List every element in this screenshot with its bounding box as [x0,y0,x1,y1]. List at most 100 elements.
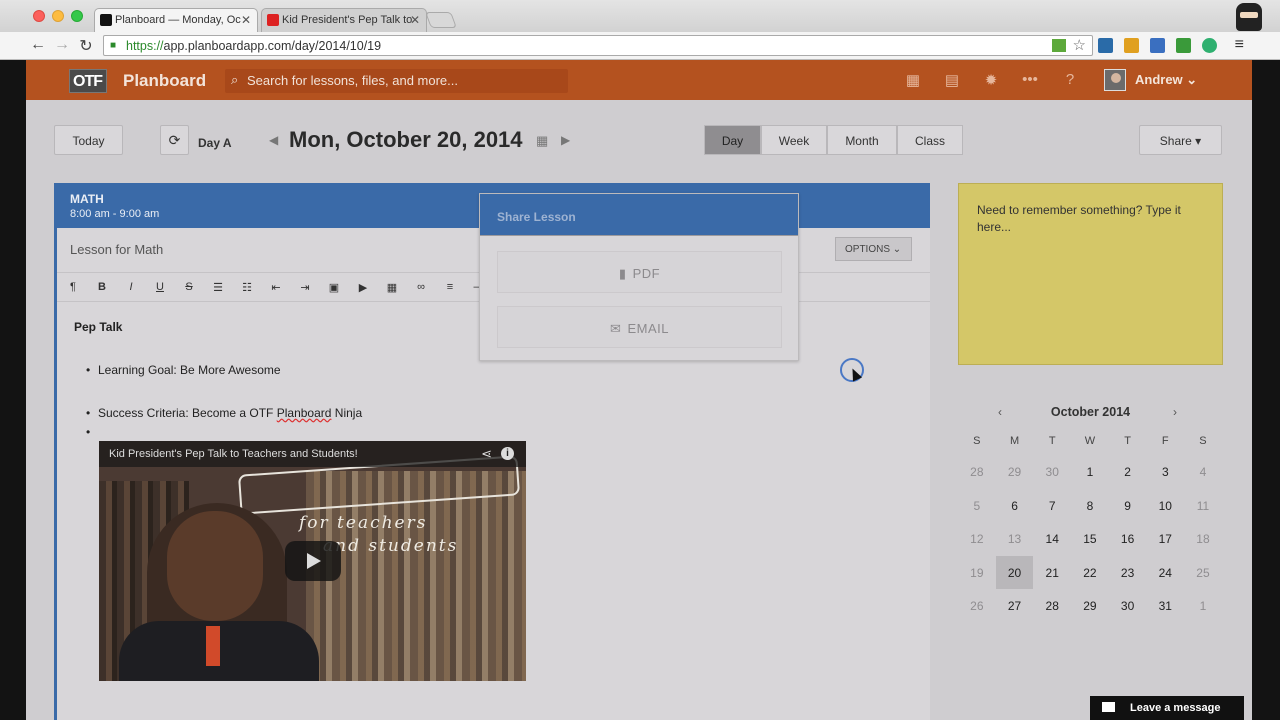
bullet-list-icon[interactable]: ☰ [210,281,226,294]
align-icon[interactable]: ≡ [442,281,458,293]
forward-icon[interactable]: → [52,36,72,54]
tab-youtube[interactable]: Kid President's Pep Talk to ✕ [261,8,427,32]
tab-close-icon[interactable]: ✕ [241,13,251,27]
calendar-day[interactable]: 31 [1146,589,1184,623]
numbered-list-icon[interactable]: ☷ [239,281,255,294]
share-email-button[interactable]: ✉ EMAIL [497,306,782,348]
calendar-day[interactable]: 30 [1033,455,1071,489]
video-title[interactable]: Kid President's Pep Talk to Teachers and… [109,448,358,460]
user-menu[interactable]: Andrew ⌄ [1135,72,1197,88]
share-button[interactable]: Share ▾ [1139,125,1222,155]
calendar-day[interactable]: 23 [1109,556,1147,590]
next-month-icon[interactable]: › [1173,405,1177,419]
calendar-day[interactable]: 28 [958,455,996,489]
extension-scissors-icon[interactable] [1098,38,1113,53]
tab-planboard[interactable]: Planboard — Monday, Oc ✕ [94,8,258,32]
outdent-icon[interactable]: ⇤ [268,281,284,294]
calendar-day[interactable]: 3 [1146,455,1184,489]
back-icon[interactable]: ← [28,36,48,54]
extension-download-icon[interactable] [1124,38,1139,53]
calendar-icon[interactable]: ▦ [904,71,922,89]
sticky-note[interactable]: Need to remember something? Type it here… [958,183,1223,365]
prev-day-icon[interactable]: ◀ [269,133,278,147]
link-icon[interactable]: ∞ [413,281,429,293]
tab-month[interactable]: Month [827,125,897,155]
calendar-day[interactable]: 16 [1109,522,1147,556]
tab-close-icon[interactable]: ✕ [410,13,420,27]
video-info-icon[interactable]: i [501,447,514,460]
extension-flag-icon[interactable] [1052,39,1066,52]
calendar-day[interactable]: 6 [996,489,1034,523]
calendar-day[interactable]: 24 [1146,556,1184,590]
calendar-day[interactable]: 11 [1184,489,1222,523]
calendar-day[interactable]: 17 [1146,522,1184,556]
calendar-day[interactable]: 28 [1033,589,1071,623]
tab-week[interactable]: Week [761,125,827,155]
italic-icon[interactable]: I [123,281,139,293]
image-icon[interactable]: ▣ [326,281,342,294]
calendar-day[interactable]: 19 [958,556,996,590]
extension-ring-icon[interactable] [1202,38,1217,53]
tab-day[interactable]: Day [704,125,761,155]
minimize-window-button[interactable] [52,10,64,22]
browser-menu-icon[interactable]: ≡ [1235,36,1244,54]
video-share-icon[interactable]: ⋖ [481,446,492,462]
rotate-day-button[interactable]: ⟳ [160,125,189,155]
book-icon[interactable]: ▤ [943,71,961,89]
calendar-day[interactable]: 1 [1071,455,1109,489]
video-icon[interactable]: ▶ [355,281,371,294]
calendar-day[interactable]: 9 [1109,489,1147,523]
profile-ninja-icon[interactable] [1236,3,1262,31]
indent-icon[interactable]: ⇥ [297,281,313,294]
avatar[interactable] [1104,69,1126,91]
extension-evernote-icon[interactable] [1176,38,1191,53]
calendar-day[interactable]: 8 [1071,489,1109,523]
calendar-day[interactable]: 14 [1033,522,1071,556]
embedded-video[interactable]: for teachers and students Kid President'… [99,441,526,681]
table-icon[interactable]: ▦ [384,281,400,294]
bookmark-star-icon[interactable]: ☆ [1073,36,1086,54]
calendar-day[interactable]: 18 [1184,522,1222,556]
calendar-day[interactable]: 2 [1109,455,1147,489]
gear-icon[interactable]: ✹ [982,71,1000,89]
calendar-day[interactable]: 29 [996,455,1034,489]
play-button[interactable] [285,541,341,581]
maximize-window-button[interactable] [71,10,83,22]
calendar-day[interactable]: 12 [958,522,996,556]
search-input[interactable]: ⌕ Search for lessons, files, and more... [225,69,568,93]
tab-class[interactable]: Class [897,125,963,155]
calendar-day[interactable]: 5 [958,489,996,523]
calendar-day[interactable]: 15 [1071,522,1109,556]
calendar-day[interactable]: 7 [1033,489,1071,523]
calendar-day[interactable]: 13 [996,522,1034,556]
paragraph-icon[interactable]: ¶ [65,281,81,293]
calendar-day[interactable]: 10 [1146,489,1184,523]
date-picker-icon[interactable]: ▦ [536,133,548,149]
next-day-icon[interactable]: ▶ [561,133,570,147]
new-tab-button[interactable] [425,12,457,28]
strikethrough-icon[interactable]: S [181,281,197,293]
leave-message-button[interactable]: Leave a message [1090,696,1244,720]
bold-icon[interactable]: B [94,281,110,293]
options-button[interactable]: OPTIONS ⌄ [835,237,912,261]
calendar-day[interactable]: 29 [1071,589,1109,623]
calendar-day[interactable]: 4 [1184,455,1222,489]
calendar-day[interactable]: 21 [1033,556,1071,590]
calendar-day[interactable]: 25 [1184,556,1222,590]
calendar-day[interactable]: 27 [996,589,1034,623]
today-button[interactable]: Today [54,125,123,155]
close-window-button[interactable] [33,10,45,22]
more-icon[interactable]: ••• [1021,71,1039,89]
calendar-day[interactable]: 30 [1109,589,1147,623]
extension-grid-icon[interactable] [1150,38,1165,53]
otf-logo[interactable]: OTF [69,69,107,93]
share-pdf-button[interactable]: ▮ PDF [497,251,782,293]
help-icon[interactable]: ? [1061,71,1079,89]
reload-icon[interactable]: ↻ [76,36,96,56]
underline-icon[interactable]: U [152,281,168,293]
calendar-day-selected[interactable]: 20 [995,555,1034,589]
lesson-title-field[interactable]: Lesson for Math [70,242,163,257]
url-field[interactable]: ■ https://app.planboardapp.com/day/2014/… [103,35,1093,56]
calendar-day[interactable]: 26 [958,589,996,623]
brand-name[interactable]: Planboard [123,71,206,91]
